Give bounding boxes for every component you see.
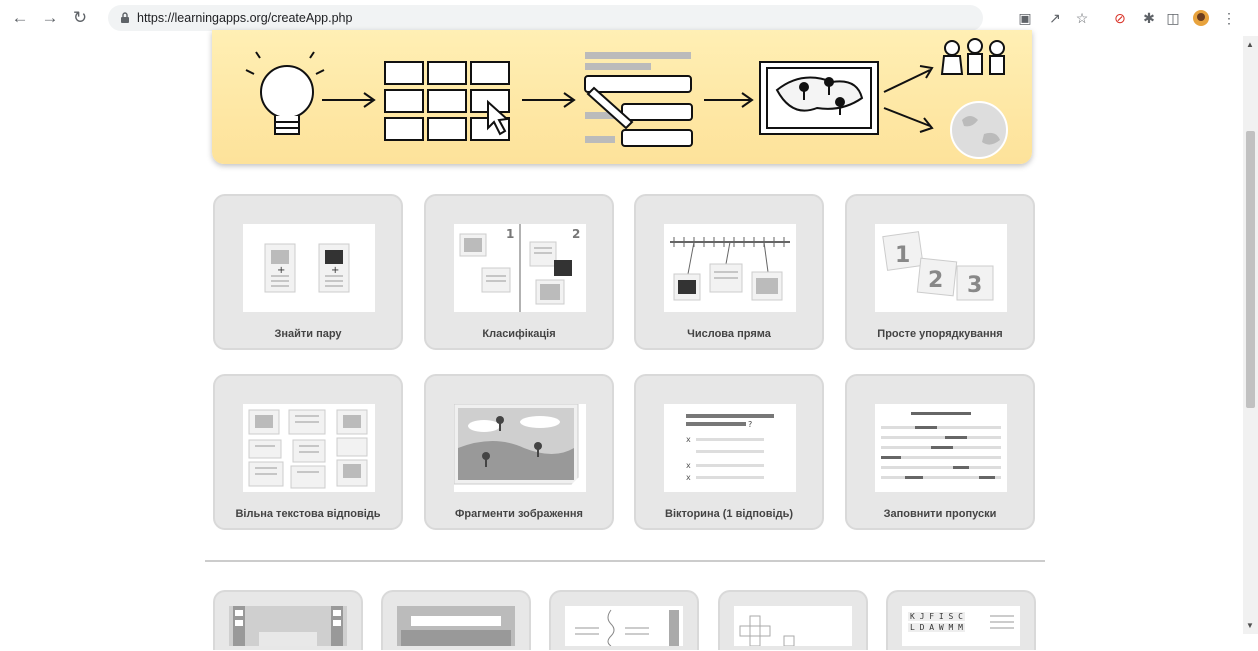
section-divider <box>205 560 1045 562</box>
svg-text:x: x <box>686 473 691 482</box>
ordering-icon: 1 2 3 <box>875 224 1007 312</box>
fill-blanks-icon <box>875 404 1007 492</box>
app-tile-label: Класифікація <box>482 328 556 340</box>
reload-icon[interactable]: ↻ <box>70 8 90 28</box>
svg-text:+: + <box>277 265 285 276</box>
app-tile-crossword[interactable] <box>718 590 868 650</box>
back-arrow-icon[interactable]: ← <box>10 8 30 28</box>
app-tile-fill-blanks[interactable]: Заповнити пропуски <box>845 374 1035 530</box>
app-tile-classification[interactable]: 1 2 Класифікація <box>424 194 614 350</box>
translate-icon[interactable]: ▣ <box>1016 9 1034 27</box>
extensions-puzzle-icon[interactable]: ✱ <box>1140 9 1158 27</box>
svg-text:?: ? <box>748 420 752 429</box>
video-icon <box>229 606 347 646</box>
word-grid-icon: K J F I S C L D A W M M <box>902 606 1020 646</box>
svg-text:+: + <box>331 265 339 276</box>
sidepanel-icon[interactable]: ◫ <box>1164 9 1182 27</box>
app-tile-audio[interactable] <box>381 590 531 650</box>
app-tile-label: Заповнити пропуски <box>883 508 997 520</box>
svg-text:2: 2 <box>928 268 943 293</box>
pair-matching-icon: + + <box>243 224 375 312</box>
app-tile-label: Вільна текстова відповідь <box>235 508 381 520</box>
app-tile-number-line[interactable]: Числова пряма <box>634 194 824 350</box>
svg-text:3: 3 <box>967 273 982 298</box>
app-tile-label: Фрагменти зображення <box>455 508 583 520</box>
scroll-down-arrow-icon[interactable]: ▼ <box>1246 621 1254 630</box>
quiz-icon: ? xxx <box>664 404 796 492</box>
forward-arrow-icon[interactable]: → <box>40 8 60 28</box>
free-text-icon <box>243 404 375 492</box>
scrollbar-thumb[interactable] <box>1246 131 1255 408</box>
app-tile-word-grid[interactable]: K J F I S C L D A W M M <box>886 590 1036 650</box>
audio-icon <box>397 606 515 646</box>
app-tile-label: Знайти пару <box>274 328 342 340</box>
svg-text:x: x <box>686 461 691 470</box>
address-bar[interactable]: https://learningapps.org/createApp.php <box>108 5 983 31</box>
svg-text:1: 1 <box>895 243 910 268</box>
app-tile-ordering[interactable]: 1 2 3 Просте упорядкування <box>845 194 1035 350</box>
adblock-extension-icon[interactable]: ⊘ <box>1111 9 1129 27</box>
menu-kebab-icon[interactable]: ⋮ <box>1220 9 1238 27</box>
crossword-icon <box>734 606 852 647</box>
app-tile-puzzle[interactable] <box>549 590 699 650</box>
app-tile-label: Вікторина (1 відповідь) <box>665 508 793 520</box>
app-tile-video[interactable] <box>213 590 363 650</box>
avatar[interactable] <box>1192 9 1210 27</box>
url-text: https://learningapps.org/createApp.php <box>137 11 353 25</box>
svg-text:1: 1 <box>506 227 514 241</box>
process-banner <box>212 30 1032 164</box>
app-tile-free-text[interactable]: Вільна текстова відповідь <box>213 374 403 530</box>
scroll-up-arrow-icon[interactable]: ▲ <box>1246 40 1254 49</box>
classification-icon: 1 2 <box>454 224 586 312</box>
app-tile-quiz[interactable]: ? xxx Вікторина (1 відповідь) <box>634 374 824 530</box>
lock-icon <box>121 12 129 23</box>
share-icon[interactable]: ↗ <box>1046 9 1064 27</box>
app-tile-image-fragments[interactable]: Фрагменти зображення <box>424 374 614 530</box>
svg-text:2: 2 <box>572 227 580 241</box>
process-illustration <box>245 38 1008 159</box>
svg-text:x: x <box>686 435 691 444</box>
image-fragments-icon <box>453 403 586 492</box>
app-tile-pair-matching[interactable]: + + Знайти пару <box>213 194 403 350</box>
app-tile-label: Просте упорядкування <box>877 328 1003 340</box>
bookmark-star-icon[interactable]: ☆ <box>1073 9 1091 27</box>
vertical-scrollbar[interactable]: ▲ ▼ <box>1243 36 1258 634</box>
puzzle-icon <box>565 606 683 647</box>
number-line-icon <box>664 224 796 312</box>
app-tile-label: Числова пряма <box>687 328 771 340</box>
